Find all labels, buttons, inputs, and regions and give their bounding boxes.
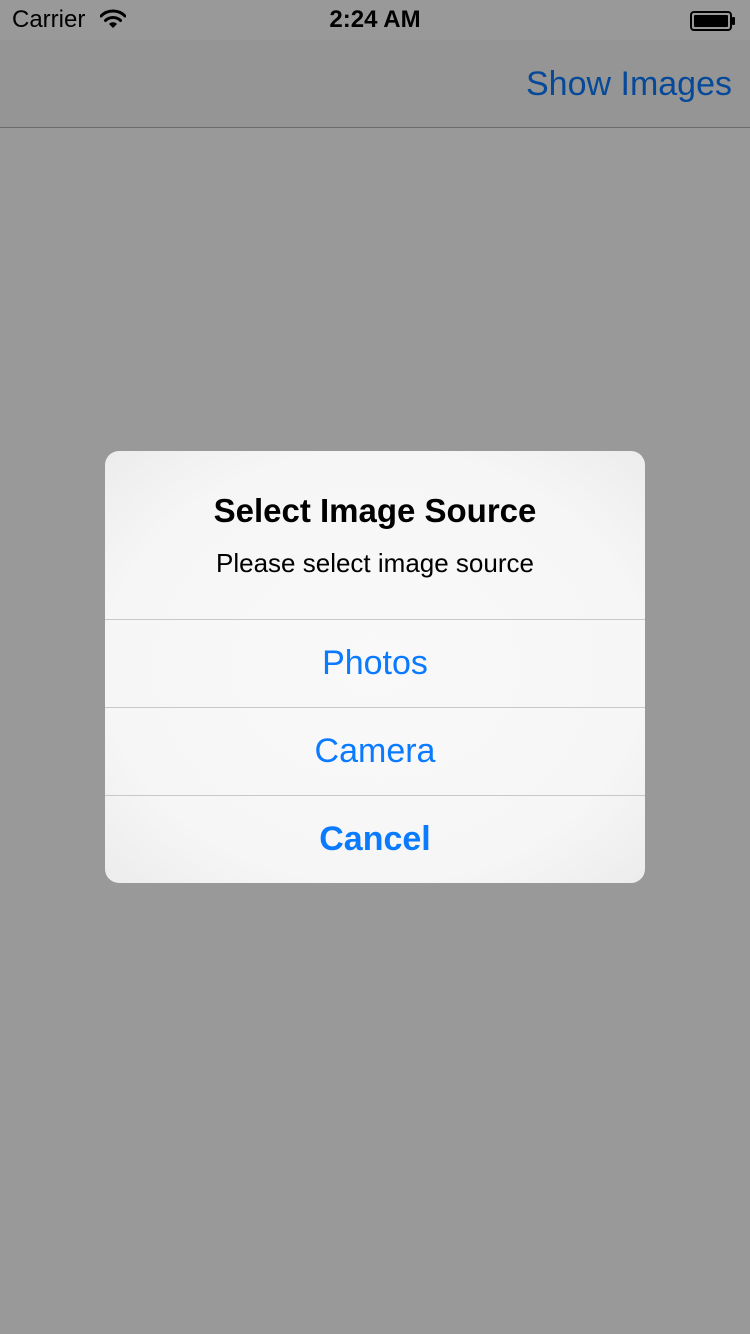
select-image-source-alert: Select Image Source Please select image … bbox=[105, 451, 645, 883]
alert-message: Please select image source bbox=[216, 548, 534, 578]
cancel-button[interactable]: Cancel bbox=[105, 795, 645, 883]
camera-button[interactable]: Camera bbox=[105, 707, 645, 795]
alert-header: Select Image Source Please select image … bbox=[105, 451, 645, 619]
alert-title: Select Image Source bbox=[213, 492, 537, 529]
app-screen: Carrier 2:24 AM Show Images Select Image… bbox=[0, 0, 750, 1334]
photos-button[interactable]: Photos bbox=[105, 619, 645, 707]
